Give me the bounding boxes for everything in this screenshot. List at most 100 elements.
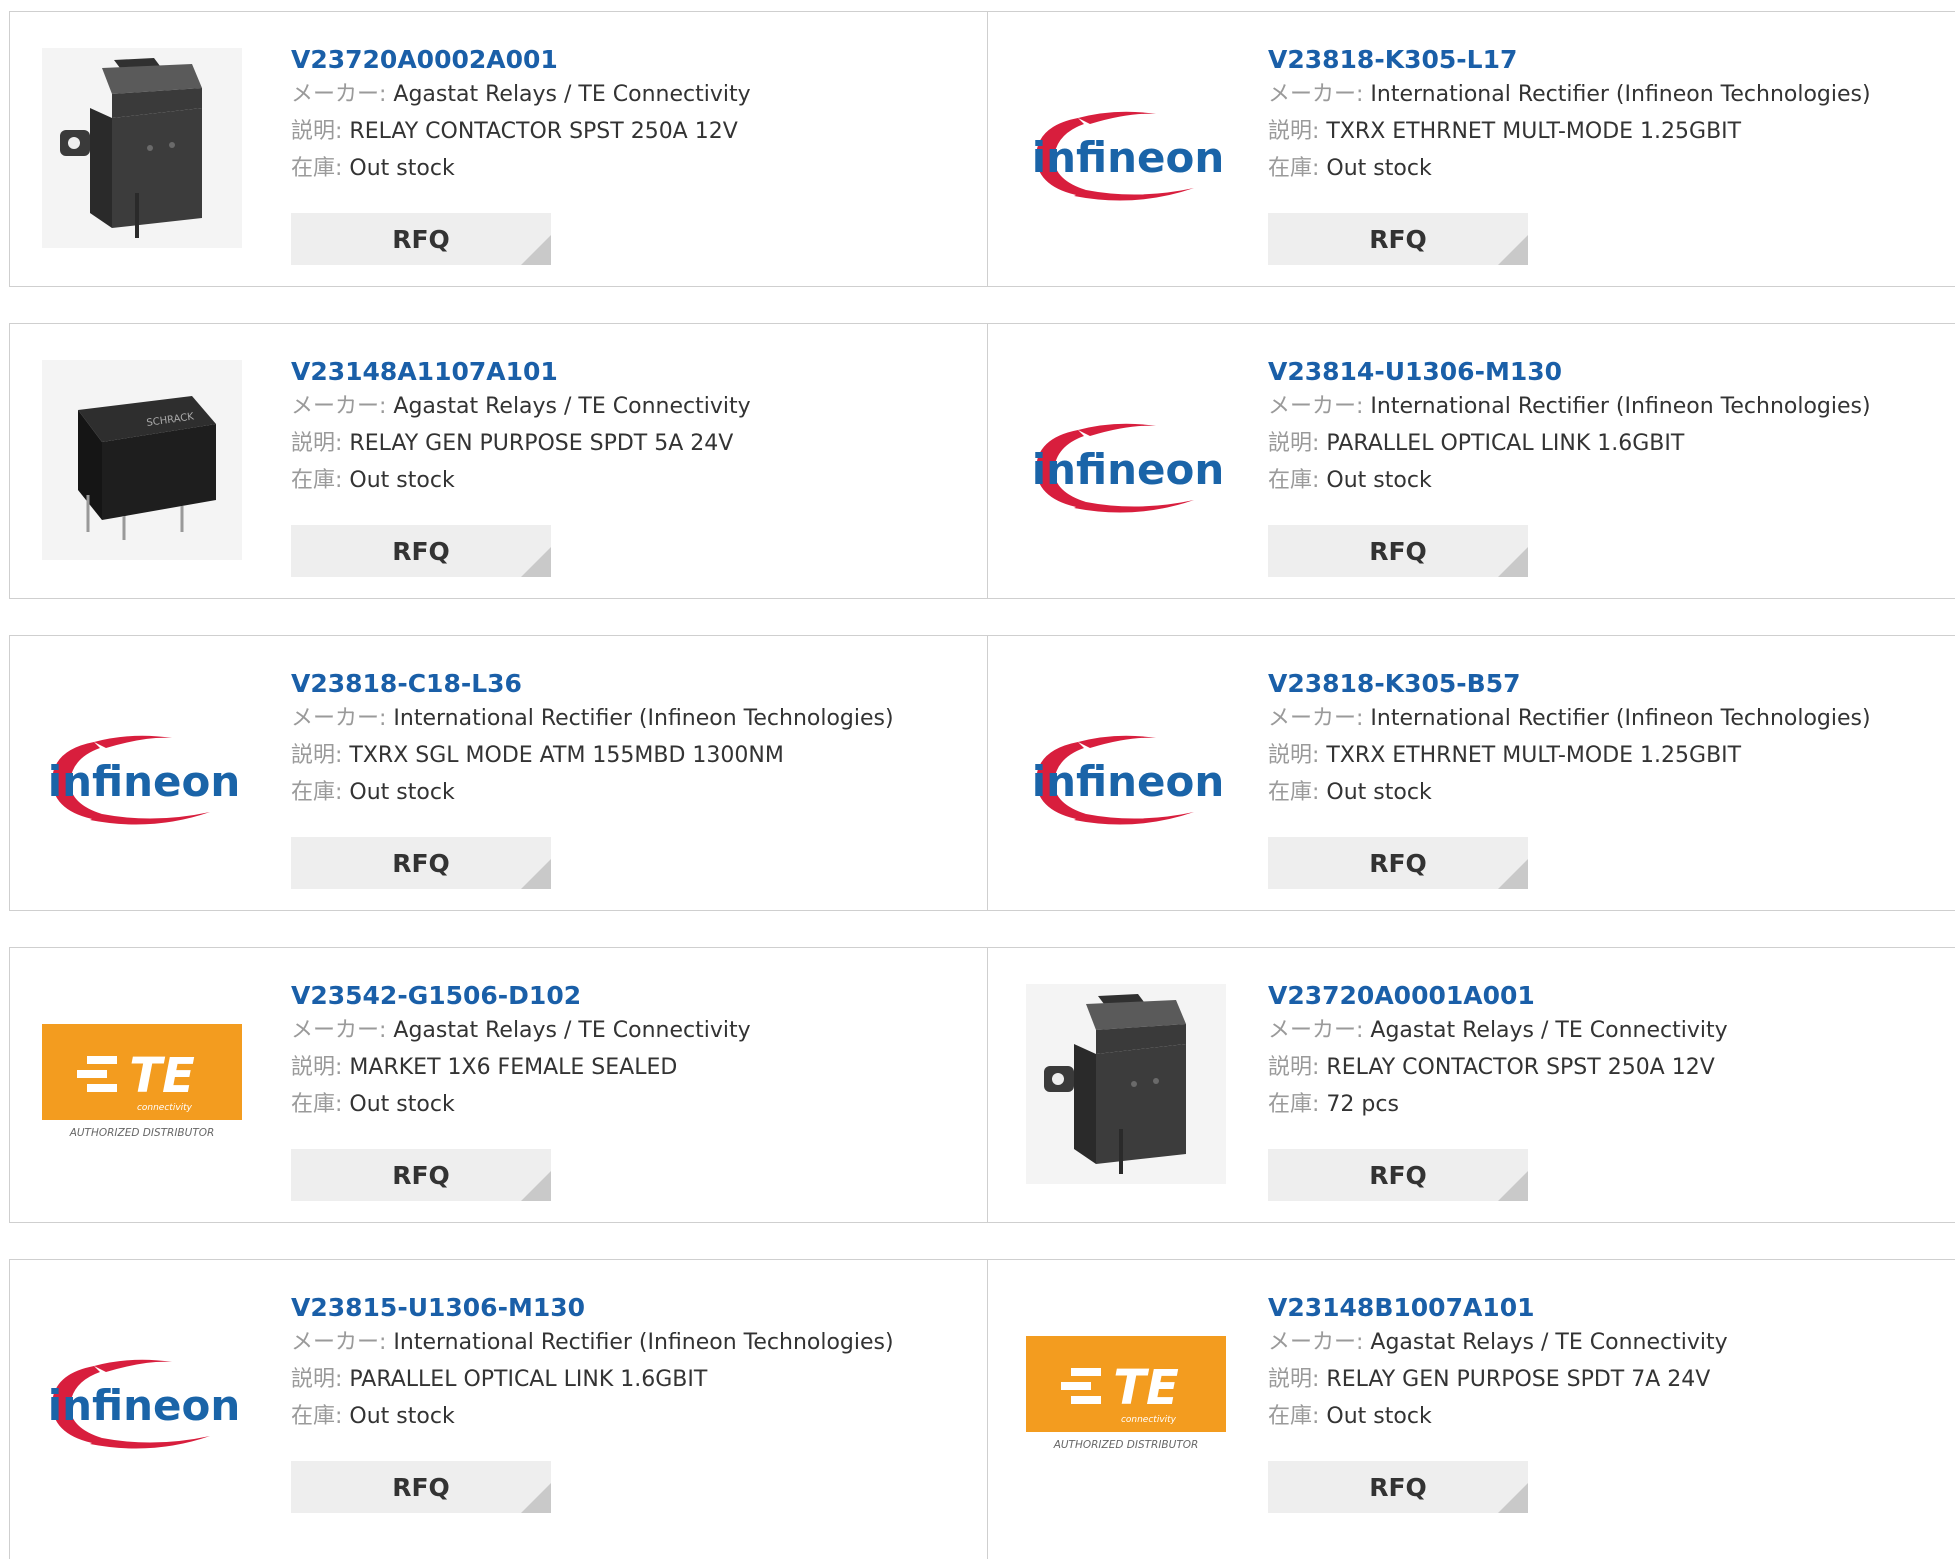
stock-row: 在庫: Out stock — [1268, 462, 1432, 494]
rfq-button[interactable]: RFQ — [1268, 1149, 1528, 1201]
description-row: 説明: RELAY CONTACTOR SPST 250A 12V — [291, 113, 738, 145]
infineon-logo-text: infineon — [1032, 133, 1225, 182]
manufacturer-row: メーカー: Agastat Relays / TE Connectivity — [1268, 1324, 1728, 1356]
product-image-link[interactable]: infineon — [1026, 672, 1226, 872]
relay-schrack-image: SCHRACK — [42, 360, 242, 560]
manufacturer-row-label: メーカー: — [1268, 82, 1364, 107]
stock-row: 在庫: Out stock — [291, 150, 455, 182]
product-image-link[interactable] — [1026, 984, 1226, 1184]
stock-row-label: 在庫: — [1268, 156, 1320, 181]
manufacturer-row: メーカー: Agastat Relays / TE Connectivity — [291, 76, 751, 108]
rfq-corner-decoration — [1498, 1171, 1528, 1201]
manufacturer-row-label: メーカー: — [1268, 1018, 1364, 1043]
infineon-logo-icon: infineon — [1032, 111, 1225, 201]
te-logo-icon: TE connectivity AUTHORIZED DISTRIBUTOR — [1026, 1336, 1226, 1451]
te-logo-mark: TE — [129, 1048, 195, 1104]
description-row-label: 説明: — [1268, 431, 1320, 456]
description-row-value: TXRX SGL MODE ATM 155MBD 1300NM — [349, 743, 784, 768]
manufacturer-row: メーカー: International Rectifier (Infineon … — [1268, 76, 1871, 108]
rfq-corner-decoration — [1498, 235, 1528, 265]
stock-row: 在庫: Out stock — [291, 462, 455, 494]
rfq-button-label: RFQ — [1369, 224, 1427, 254]
rfq-corner-decoration — [521, 1171, 551, 1201]
manufacturer-row-label: メーカー: — [291, 706, 387, 731]
stock-row-value: Out stock — [1326, 468, 1432, 493]
te-logo-caption: AUTHORIZED DISTRIBUTOR — [1053, 1439, 1199, 1451]
description-row-label: 説明: — [291, 431, 343, 456]
rfq-button-label: RFQ — [1369, 1472, 1427, 1502]
manufacturer-row: メーカー: Agastat Relays / TE Connectivity — [291, 1012, 751, 1044]
product-card: infineon V23815-U1306-M130 メーカー: Internat… — [9, 1259, 988, 1559]
product-part-link[interactable]: V23148A1107A101 — [291, 357, 558, 386]
product-part-link[interactable]: V23815-U1306-M130 — [291, 1293, 585, 1322]
manufacturer-row-value: Agastat Relays / TE Connectivity — [393, 394, 751, 419]
stock-row-value: Out stock — [349, 1404, 455, 1429]
stock-row-label: 在庫: — [291, 468, 343, 493]
infineon-logo-text: infineon — [48, 757, 241, 806]
description-row-value: PARALLEL OPTICAL LINK 1.6GBIT — [349, 1367, 708, 1392]
infineon-logo-text: infineon — [1032, 445, 1225, 494]
stock-row-value: Out stock — [349, 156, 455, 181]
product-image-link[interactable] — [42, 48, 242, 248]
description-row-label: 説明: — [1268, 1055, 1320, 1080]
stock-row: 在庫: 72 pcs — [1268, 1086, 1399, 1118]
description-row: 説明: TXRX ETHRNET MULT-MODE 1.25GBIT — [1268, 737, 1741, 769]
manufacturer-row-label: メーカー: — [291, 394, 387, 419]
rfq-button[interactable]: RFQ — [291, 525, 551, 577]
product-part-link[interactable]: V23818-C18-L36 — [291, 669, 522, 698]
product-part-link[interactable]: V23720A0001A001 — [1268, 981, 1535, 1010]
manufacturer-row-value: International Rectifier (Infineon Techno… — [1370, 394, 1871, 419]
product-image-link[interactable]: TE connectivity AUTHORIZED DISTRIBUTOR — [42, 984, 242, 1184]
manufacturer-row-label: メーカー: — [1268, 394, 1364, 419]
product-image-link[interactable]: SCHRACK — [42, 360, 242, 560]
product-part-link[interactable]: V23542-G1506-D102 — [291, 981, 581, 1010]
stock-row-value: Out stock — [1326, 780, 1432, 805]
product-image-link[interactable]: infineon — [42, 672, 242, 872]
rfq-button[interactable]: RFQ — [291, 213, 551, 265]
manufacturer-row-label: メーカー: — [1268, 706, 1364, 731]
relay-contactor-image — [42, 48, 242, 248]
rfq-button[interactable]: RFQ — [291, 1149, 551, 1201]
rfq-button[interactable]: RFQ — [1268, 1461, 1528, 1513]
stock-row-value: Out stock — [1326, 156, 1432, 181]
stock-row: 在庫: Out stock — [291, 1398, 455, 1430]
product-image-link[interactable]: TE connectivity AUTHORIZED DISTRIBUTOR — [1026, 1296, 1226, 1496]
rfq-button[interactable]: RFQ — [291, 1461, 551, 1513]
description-row: 説明: TXRX ETHRNET MULT-MODE 1.25GBIT — [1268, 113, 1741, 145]
description-row-value: TXRX ETHRNET MULT-MODE 1.25GBIT — [1326, 743, 1742, 768]
product-part-link[interactable]: V23148B1007A101 — [1268, 1293, 1535, 1322]
stock-row-label: 在庫: — [1268, 1092, 1320, 1117]
rfq-button[interactable]: RFQ — [1268, 525, 1528, 577]
product-card: infineon V23818-K305-B57 メーカー: Internatio… — [987, 635, 1955, 911]
product-part-link[interactable]: V23818-K305-L17 — [1268, 45, 1517, 74]
description-row-label: 説明: — [291, 119, 343, 144]
product-part-link[interactable]: V23814-U1306-M130 — [1268, 357, 1562, 386]
description-row: 説明: RELAY CONTACTOR SPST 250A 12V — [1268, 1049, 1715, 1081]
product-image-link[interactable]: infineon — [1026, 48, 1226, 248]
manufacturer-row: メーカー: International Rectifier (Infineon … — [1268, 388, 1871, 420]
manufacturer-row: メーカー: Agastat Relays / TE Connectivity — [1268, 1012, 1728, 1044]
stock-row-value: Out stock — [1326, 1404, 1432, 1429]
stock-row-value: 72 pcs — [1326, 1092, 1399, 1117]
stock-row-value: Out stock — [349, 780, 455, 805]
description-row-value: PARALLEL OPTICAL LINK 1.6GBIT — [1326, 431, 1685, 456]
description-row-value: TXRX ETHRNET MULT-MODE 1.25GBIT — [1326, 119, 1742, 144]
stock-row: 在庫: Out stock — [291, 1086, 455, 1118]
product-image-link[interactable]: infineon — [42, 1296, 242, 1496]
infineon-logo-icon: infineon — [1032, 735, 1224, 825]
product-image-link[interactable]: infineon — [1026, 360, 1226, 560]
stock-row-label: 在庫: — [1268, 468, 1320, 493]
manufacturer-row-label: メーカー: — [291, 1330, 387, 1355]
manufacturer-row: メーカー: International Rectifier (Infineon … — [291, 700, 894, 732]
rfq-button[interactable]: RFQ — [291, 837, 551, 889]
stock-row-label: 在庫: — [1268, 1404, 1320, 1429]
product-part-link[interactable]: V23720A0002A001 — [291, 45, 558, 74]
manufacturer-row-label: メーカー: — [291, 82, 387, 107]
description-row: 説明: PARALLEL OPTICAL LINK 1.6GBIT — [291, 1361, 707, 1393]
rfq-button-label: RFQ — [1369, 536, 1427, 566]
description-row-label: 説明: — [1268, 743, 1320, 768]
product-part-link[interactable]: V23818-K305-B57 — [1268, 669, 1520, 698]
rfq-button[interactable]: RFQ — [1268, 213, 1528, 265]
rfq-button-label: RFQ — [392, 536, 450, 566]
rfq-button[interactable]: RFQ — [1268, 837, 1528, 889]
